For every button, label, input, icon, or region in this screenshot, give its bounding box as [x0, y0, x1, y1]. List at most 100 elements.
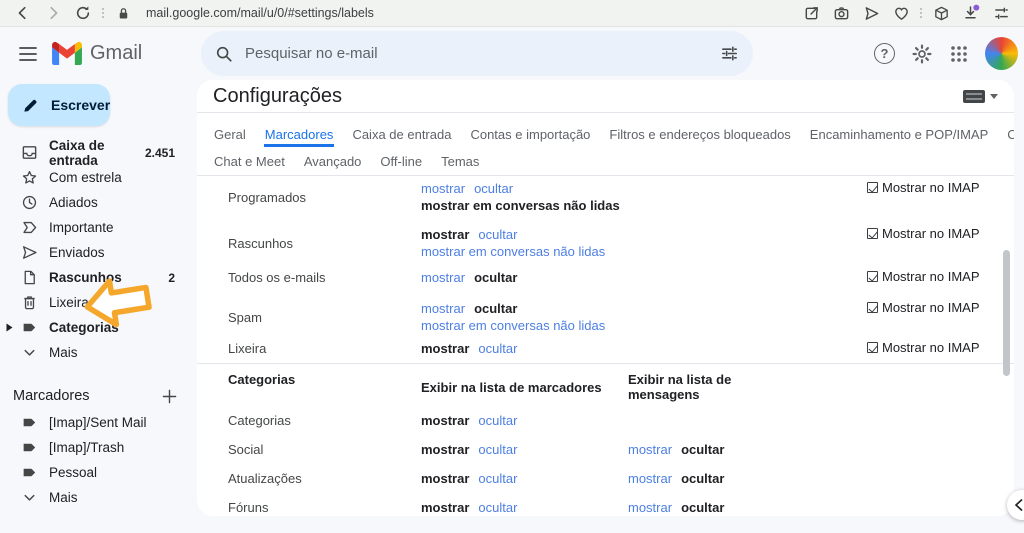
tune-icon[interactable] — [992, 4, 1010, 22]
camera-icon[interactable] — [832, 4, 850, 22]
show-link[interactable]: mostrar — [421, 340, 469, 357]
tab-chat-e-meet[interactable]: Chat e Meet — [213, 150, 286, 174]
hide-link[interactable]: ocultar — [478, 226, 517, 243]
hide-link[interactable]: ocultar — [478, 500, 517, 515]
input-tools-selector[interactable] — [963, 89, 998, 103]
sidebar-item-label: Enviados — [49, 245, 105, 260]
imap-checkbox-row[interactable]: Mostrar no IMAP — [867, 340, 980, 355]
show-link[interactable]: mostrar — [628, 500, 672, 515]
hide-link[interactable]: ocultar — [478, 340, 517, 357]
heart-icon[interactable] — [892, 4, 910, 22]
expand-triangle-icon[interactable] — [6, 323, 13, 332]
row-label: Atualizações — [228, 470, 302, 486]
imap-checkbox-row[interactable]: Mostrar no IMAP — [867, 226, 980, 241]
show-link[interactable]: mostrar — [421, 413, 469, 428]
label-icon — [21, 464, 38, 481]
show-if-unread-link[interactable]: mostrar em conversas não lidas — [421, 317, 605, 334]
sidebar-item-starred[interactable]: Com estrela — [0, 165, 197, 190]
labels-settings-table: Programados mostrar ocultar mostrar em c… — [197, 180, 1014, 515]
star-icon — [21, 169, 38, 186]
sidebar-item-label: Com estrela — [49, 170, 122, 185]
checkbox-checked-icon[interactable] — [867, 228, 878, 239]
vertical-scrollbar[interactable] — [1003, 250, 1010, 376]
search-options-icon[interactable] — [720, 44, 739, 63]
search-icon[interactable] — [215, 45, 233, 63]
checkbox-checked-icon[interactable] — [867, 302, 878, 313]
tab-geral[interactable]: Geral — [213, 123, 247, 147]
avatar[interactable] — [985, 37, 1018, 70]
show-link[interactable]: mostrar — [421, 471, 469, 486]
imap-checkbox-row[interactable]: Mostrar no IMAP — [867, 300, 980, 315]
show-link[interactable]: mostrar — [421, 500, 469, 515]
forward-icon[interactable] — [44, 4, 62, 22]
hide-link[interactable]: ocultar — [681, 471, 724, 486]
sidebar-item-important[interactable]: Importante — [0, 215, 197, 240]
help-icon[interactable]: ? — [874, 43, 895, 64]
side-panel-collapse-button[interactable] — [1007, 490, 1024, 520]
plus-icon[interactable] — [162, 389, 177, 404]
tab-encaminhamento[interactable]: Encaminhamento e POP/IMAP — [809, 123, 989, 147]
sidebar-label-imap-trash[interactable]: [Imap]/Trash — [0, 435, 197, 460]
toolbar-divider — [920, 8, 922, 18]
sidebar-item-sent[interactable]: Enviados — [0, 240, 197, 265]
tab-complementos[interactable]: Complementos — [1006, 123, 1014, 147]
send-icon[interactable] — [862, 4, 880, 22]
show-link[interactable]: mostrar — [628, 471, 672, 486]
table-row: Atualizações mostrar ocultar mostrar ocu… — [197, 470, 1014, 486]
hide-link[interactable]: ocultar — [474, 269, 517, 286]
tab-temas[interactable]: Temas — [440, 150, 480, 174]
tab-avancado[interactable]: Avançado — [303, 150, 363, 174]
search-bar[interactable]: Pesquisar no e-mail — [201, 31, 753, 76]
search-input[interactable]: Pesquisar no e-mail — [245, 45, 720, 62]
hide-link[interactable]: ocultar — [478, 442, 517, 457]
show-link[interactable]: mostrar — [421, 300, 465, 317]
sidebar-label-more[interactable]: Mais — [0, 485, 197, 510]
show-if-unread-link[interactable]: mostrar em conversas não lidas — [421, 243, 605, 260]
gmail-logo[interactable]: Gmail — [52, 42, 142, 65]
show-link[interactable]: mostrar — [421, 269, 465, 286]
hide-link[interactable]: ocultar — [681, 442, 724, 457]
compose-button[interactable]: Escrever — [8, 84, 110, 126]
show-link[interactable]: mostrar — [421, 226, 469, 243]
table-row: Fóruns mostrar ocultar mostrar ocultar — [197, 499, 1014, 515]
main-menu-icon[interactable] — [8, 34, 48, 74]
tab-filtros[interactable]: Filtros e endereços bloqueados — [608, 123, 791, 147]
draft-icon — [21, 269, 38, 286]
apps-grid-icon[interactable] — [949, 44, 969, 64]
sidebar-item-snoozed[interactable]: Adiados — [0, 190, 197, 215]
hide-link[interactable]: ocultar — [474, 180, 513, 197]
reload-icon[interactable] — [74, 4, 92, 22]
imap-checkbox-row[interactable]: Mostrar no IMAP — [867, 269, 980, 284]
share-edit-icon[interactable] — [802, 4, 820, 22]
hide-link[interactable]: ocultar — [681, 500, 724, 515]
show-link[interactable]: mostrar — [628, 442, 672, 457]
url-bar[interactable]: mail.google.com/mail/u/0/#settings/label… — [146, 6, 374, 20]
hide-link[interactable]: ocultar — [478, 413, 517, 428]
tab-caixa-de-entrada[interactable]: Caixa de entrada — [351, 123, 452, 147]
sidebar-label-pessoal[interactable]: Pessoal — [0, 460, 197, 485]
back-icon[interactable] — [14, 4, 32, 22]
hide-link[interactable]: ocultar — [478, 471, 517, 486]
show-if-unread-link[interactable]: mostrar em conversas não lidas — [421, 197, 620, 214]
tab-contas-e-importacao[interactable]: Contas e importação — [469, 123, 591, 147]
inbox-count: 2.451 — [144, 145, 175, 160]
show-link[interactable]: mostrar — [421, 180, 465, 197]
row-label: Programados — [228, 189, 307, 205]
checkbox-checked-icon[interactable] — [867, 182, 878, 193]
labels-section-header: Marcadores — [0, 382, 197, 410]
sidebar-label-imap-sent[interactable]: [Imap]/Sent Mail — [0, 410, 197, 435]
sidebar-item-more[interactable]: Mais — [0, 340, 197, 365]
cube-icon[interactable] — [932, 4, 950, 22]
show-link[interactable]: mostrar — [421, 442, 469, 457]
tab-offline[interactable]: Off-line — [379, 150, 423, 174]
lock-icon[interactable] — [114, 4, 132, 22]
sidebar-item-inbox[interactable]: Caixa de entrada 2.451 — [0, 138, 197, 168]
settings-gear-icon[interactable] — [911, 43, 933, 65]
table-row: Social mostrar ocultar mostrar ocultar — [197, 441, 1014, 457]
hide-link[interactable]: ocultar — [474, 300, 517, 317]
checkbox-checked-icon[interactable] — [867, 342, 878, 353]
download-icon[interactable] — [962, 4, 980, 22]
imap-checkbox-row[interactable]: Mostrar no IMAP — [867, 180, 980, 195]
tab-marcadores[interactable]: Marcadores — [263, 123, 335, 147]
checkbox-checked-icon[interactable] — [867, 271, 878, 282]
